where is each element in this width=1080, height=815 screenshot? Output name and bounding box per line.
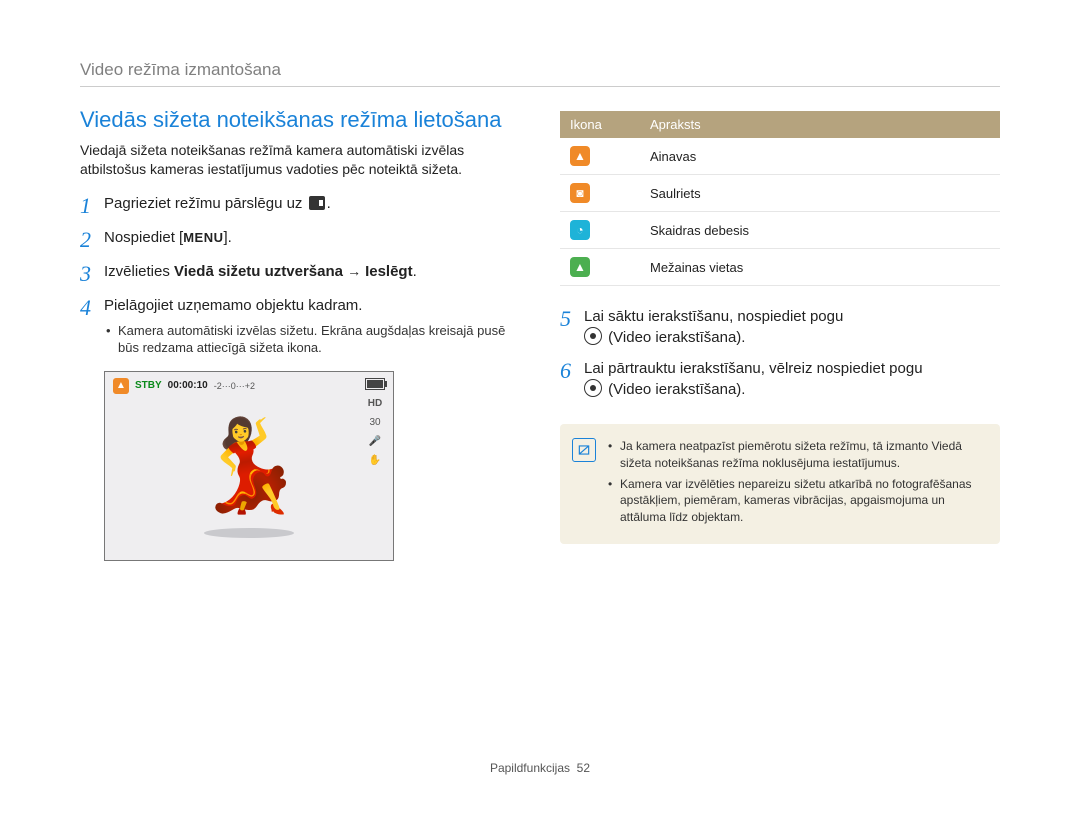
footer-section: Papildfunkcijas [490, 761, 570, 775]
step-5: 5 Lai sāktu ierakstīšanu, nospiediet pog… [560, 306, 1000, 348]
step-2-post: ]. [224, 229, 232, 246]
scene-row-icon: ◙ [570, 183, 590, 203]
fps-label: 30 [369, 417, 380, 428]
step-3: 3 Izvēlieties Viedā sižetu uztveršana → … [80, 261, 520, 285]
step-4-sub: Kamera automātiski izvēlas sižetu. Ekrān… [104, 322, 520, 357]
step-number: 1 [80, 195, 104, 217]
step-1-after: . [327, 195, 331, 212]
scene-icon-table: Ikona Apraksts ▲ Ainavas ◙ Saulriets ◔ Skaidr… [560, 111, 1000, 286]
arrow-icon: → [347, 263, 365, 279]
scene-row-label: Ainavas [640, 138, 1000, 175]
hd-label: HD [368, 398, 382, 409]
scene-row-label: Skaidras debesis [640, 212, 1000, 249]
record-button-icon [584, 327, 602, 345]
th-icon: Ikona [560, 111, 640, 138]
step-1: 1 Pagrieziet režīmu pārslēgu uz . [80, 193, 520, 217]
stby-label: STBY [135, 380, 162, 391]
table-row: ◙ Saulriets [560, 175, 1000, 212]
page-footer: Papildfunkcijas 52 [80, 761, 1000, 775]
mic-icon: 🎤 [369, 436, 381, 447]
divider [80, 86, 1000, 87]
step-1-text: Pagrieziet režīmu pārslēgu uz [104, 195, 302, 212]
record-time: 00:00:10 [168, 380, 208, 391]
step-4: 4 Pielāgojiet uzņemamo objektu kadram. K… [80, 295, 520, 357]
scene-icon: ▲ [113, 378, 129, 394]
th-desc: Apraksts [640, 111, 1000, 138]
left-column: Viedās sižeta noteikšanas režīma lietoša… [80, 107, 520, 561]
step-number: 2 [80, 229, 104, 251]
table-row: ▲ Ainavas [560, 138, 1000, 175]
scene-row-label: Mežainas vietas [640, 249, 1000, 286]
note-item-1: Ja kamera neatpazīst piemērotu sižeta re… [608, 438, 986, 472]
scene-row-icon: ◔ [570, 220, 590, 240]
step-3-option: Viedā sižetu uztveršana [174, 263, 343, 280]
dancer-silhouette: 💃 [193, 421, 305, 511]
step-6-b: (Video ierakstīšana). [608, 381, 745, 398]
step-5-b: (Video ierakstīšana). [608, 329, 745, 346]
note-icon [572, 438, 596, 462]
step-6-a: Lai pārtrauktu ierakstīšanu, vēlreiz nos… [584, 360, 923, 377]
step-number: 4 [80, 297, 104, 319]
intro-text: Viedajā sižeta noteikšanas režīmā kamera… [80, 141, 520, 179]
menu-button-label: MENU [183, 230, 223, 245]
breadcrumb: Video režīma izmantošana [80, 60, 1000, 80]
step-3-a: Izvēlieties [104, 263, 170, 280]
camera-preview-mock: ▲ STBY 00:00:10 -2···0···+2 HD 30 🎤 ✋ 💃 [104, 371, 394, 561]
note-box: Ja kamera neatpazīst piemērotu sižeta re… [560, 424, 1000, 544]
table-row: ◔ Skaidras debesis [560, 212, 1000, 249]
step-number: 3 [80, 263, 104, 285]
stabilizer-icon: ✋ [369, 455, 381, 466]
step-5-a: Lai sāktu ierakstīšanu, nospiediet pogu [584, 308, 843, 325]
exposure-scale-icon: -2···0···+2 [214, 381, 255, 391]
step-4-text: Pielāgojiet uzņemamo objektu kadram. [104, 295, 520, 316]
battery-icon [365, 378, 385, 390]
step-number: 6 [560, 360, 584, 382]
step-2-pre: Nospiediet [ [104, 229, 183, 246]
scene-row-label: Saulriets [640, 175, 1000, 212]
step-number: 5 [560, 308, 584, 330]
section-title: Viedās sižeta noteikšanas režīma lietoša… [80, 107, 520, 133]
right-column: Ikona Apraksts ▲ Ainavas ◙ Saulriets ◔ Skaidr… [560, 107, 1000, 561]
step-2: 2 Nospiediet [MENU]. [80, 227, 520, 251]
step-3-state: Ieslēgt [365, 263, 413, 280]
scene-row-icon: ▲ [570, 146, 590, 166]
step-6: 6 Lai pārtrauktu ierakstīšanu, vēlreiz n… [560, 358, 1000, 400]
footer-page: 52 [577, 761, 590, 775]
record-button-icon [584, 379, 602, 397]
dancer-shadow [204, 528, 294, 538]
mode-dial-video-icon [309, 196, 325, 210]
table-row: ▲ Mežainas vietas [560, 249, 1000, 286]
scene-row-icon: ▲ [570, 257, 590, 277]
note-item-2: Kamera var izvēlēties nepareizu sižetu a… [608, 476, 986, 526]
